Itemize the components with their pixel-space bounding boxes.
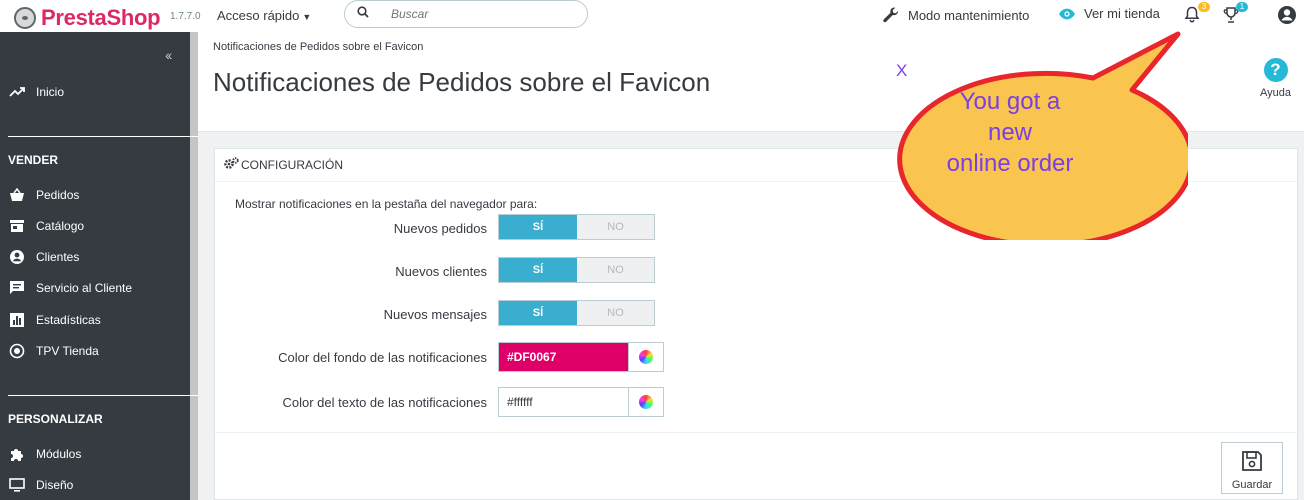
text-color-input[interactable]: #ffffff — [499, 388, 628, 416]
sidebar: ‹‹ Inicio VENDER Pedidos Catálogo Client… — [0, 32, 198, 500]
radio-target-icon — [8, 343, 26, 359]
new-messages-label: Nuevos mensajes — [383, 307, 487, 322]
sidebar-item-label: Pedidos — [36, 188, 80, 202]
new-orders-label: Nuevos pedidos — [393, 221, 487, 236]
sidebar-item-label: Diseño — [36, 478, 74, 492]
sidebar-item-tpv-tienda[interactable]: TPV Tienda — [8, 343, 99, 359]
store-icon — [8, 218, 26, 234]
sidebar-item-diseno[interactable]: Diseño — [8, 477, 73, 493]
switch-yes-option[interactable]: SÍ — [499, 258, 577, 282]
caret-down-icon: ▼ — [302, 12, 312, 22]
bg-color-picker-button[interactable] — [628, 343, 663, 371]
color-wheel-icon — [639, 350, 653, 364]
bg-color-label: Color del fondo de las notificaciones — [278, 350, 487, 365]
user-icon — [1278, 6, 1296, 24]
breadcrumb[interactable]: Notificaciones de Pedidos sobre el Favic… — [213, 41, 423, 53]
sidebar-section-personalizar: PERSONALIZAR — [8, 412, 103, 426]
collapse-sidebar-icon[interactable]: ‹‹ — [165, 47, 172, 63]
bg-color-input[interactable]: #DF0067 — [499, 343, 628, 371]
puffin-logo-icon — [14, 7, 36, 29]
text-color-picker-button[interactable] — [628, 388, 663, 416]
wrench-icon — [883, 7, 899, 23]
panel-footer-divider — [215, 432, 1297, 433]
help-icon: ? — [1263, 58, 1288, 82]
sidebar-item-catalogo[interactable]: Catálogo — [8, 218, 84, 234]
sidebar-divider — [8, 136, 198, 137]
new-messages-switch[interactable]: SÍ NO — [498, 300, 655, 326]
help-button[interactable]: ? Ayuda — [1260, 58, 1291, 99]
switch-no-option[interactable]: NO — [577, 301, 654, 325]
maintenance-label: Modo mantenimiento — [908, 7, 1030, 23]
puzzle-icon — [8, 446, 26, 462]
sidebar-item-modulos[interactable]: Módulos — [8, 446, 81, 462]
cogs-icon — [224, 157, 239, 169]
help-label: Ayuda — [1260, 87, 1291, 99]
notifications-count-badge: 3 — [1198, 2, 1210, 12]
save-label: Guardar — [1231, 479, 1273, 491]
switch-yes-option[interactable]: SÍ — [499, 215, 577, 239]
text-color-label: Color del texto de las notificaciones — [282, 395, 487, 410]
chat-icon — [8, 280, 26, 296]
sidebar-item-clientes[interactable]: Clientes — [8, 249, 79, 265]
sidebar-item-label: Inicio — [36, 85, 65, 99]
sidebar-item-inicio[interactable]: Inicio — [8, 84, 64, 100]
view-store-link[interactable]: Ver mi tienda — [1058, 6, 1160, 21]
sidebar-section-vender: VENDER — [8, 153, 59, 167]
sidebar-item-servicio-cliente[interactable]: Servicio al Cliente — [8, 280, 132, 296]
prestashop-logo[interactable]: PrestaShop — [14, 5, 161, 31]
sidebar-item-label: Servicio al Cliente — [36, 281, 133, 295]
view-store-label: Ver mi tienda — [1084, 6, 1160, 21]
bar-chart-icon — [8, 312, 26, 328]
switch-no-option[interactable]: NO — [577, 215, 654, 239]
search-icon — [357, 6, 369, 18]
brand-name: PrestaShop — [41, 5, 161, 30]
trophy-button[interactable]: 1 — [1222, 2, 1248, 26]
switch-yes-option[interactable]: SÍ — [499, 301, 577, 325]
page-title: Notificaciones de Pedidos sobre el Favic… — [213, 67, 711, 97]
eye-icon — [1059, 8, 1075, 19]
notifications-button[interactable]: 3 — [1184, 2, 1210, 26]
floppy-disk-icon — [1242, 451, 1262, 471]
sidebar-item-estadisticas[interactable]: Estadísticas — [8, 312, 101, 328]
sidebar-item-pedidos[interactable]: Pedidos — [8, 187, 79, 203]
sidebar-item-label: Módulos — [36, 447, 82, 461]
bubble-line: new — [987, 119, 1033, 146]
sidebar-scrollbar[interactable] — [190, 32, 198, 500]
speech-bubble-text: You got a new online order — [920, 86, 1100, 179]
bg-color-field[interactable]: #DF0067 — [498, 342, 664, 372]
switch-no-option[interactable]: NO — [577, 258, 654, 282]
search-input[interactable] — [389, 6, 573, 22]
new-customers-label: Nuevos clientes — [395, 264, 487, 279]
intro-text: Mostrar notificaciones en la pestaña del… — [235, 197, 538, 211]
text-color-field[interactable]: #ffffff — [498, 387, 664, 417]
search-box[interactable] — [344, 0, 588, 28]
sidebar-item-label: TPV Tienda — [36, 344, 99, 358]
quick-access-dropdown[interactable]: Acceso rápido ▼ — [217, 8, 311, 23]
panel-heading-label: CONFIGURACIÓN — [241, 158, 343, 172]
bubble-line: You got a — [959, 88, 1061, 115]
save-button[interactable]: Guardar — [1221, 442, 1283, 494]
quick-access-label: Acceso rápido — [217, 8, 300, 23]
new-orders-switch[interactable]: SÍ NO — [498, 214, 655, 240]
color-wheel-icon — [639, 395, 653, 409]
user-menu-button[interactable] — [1277, 5, 1297, 25]
bubble-line: online order — [946, 150, 1074, 177]
shopping-basket-icon — [8, 187, 26, 203]
sidebar-divider — [8, 395, 198, 396]
new-customers-switch[interactable]: SÍ NO — [498, 257, 655, 283]
account-circle-icon — [8, 249, 26, 265]
trending-up-icon — [8, 84, 26, 100]
sidebar-item-label: Clientes — [36, 250, 80, 264]
top-bar: PrestaShop 1.7.7.0 Acceso rápido▼ Modo m… — [0, 0, 1304, 32]
desktop-icon — [8, 477, 26, 493]
trophy-count-badge: 1 — [1236, 2, 1248, 12]
version-label: 1.7.7.0 — [170, 11, 201, 22]
sidebar-item-label: Estadísticas — [36, 313, 101, 327]
sidebar-item-label: Catálogo — [36, 219, 85, 233]
maintenance-mode-link[interactable]: Modo mantenimiento — [882, 6, 1029, 24]
